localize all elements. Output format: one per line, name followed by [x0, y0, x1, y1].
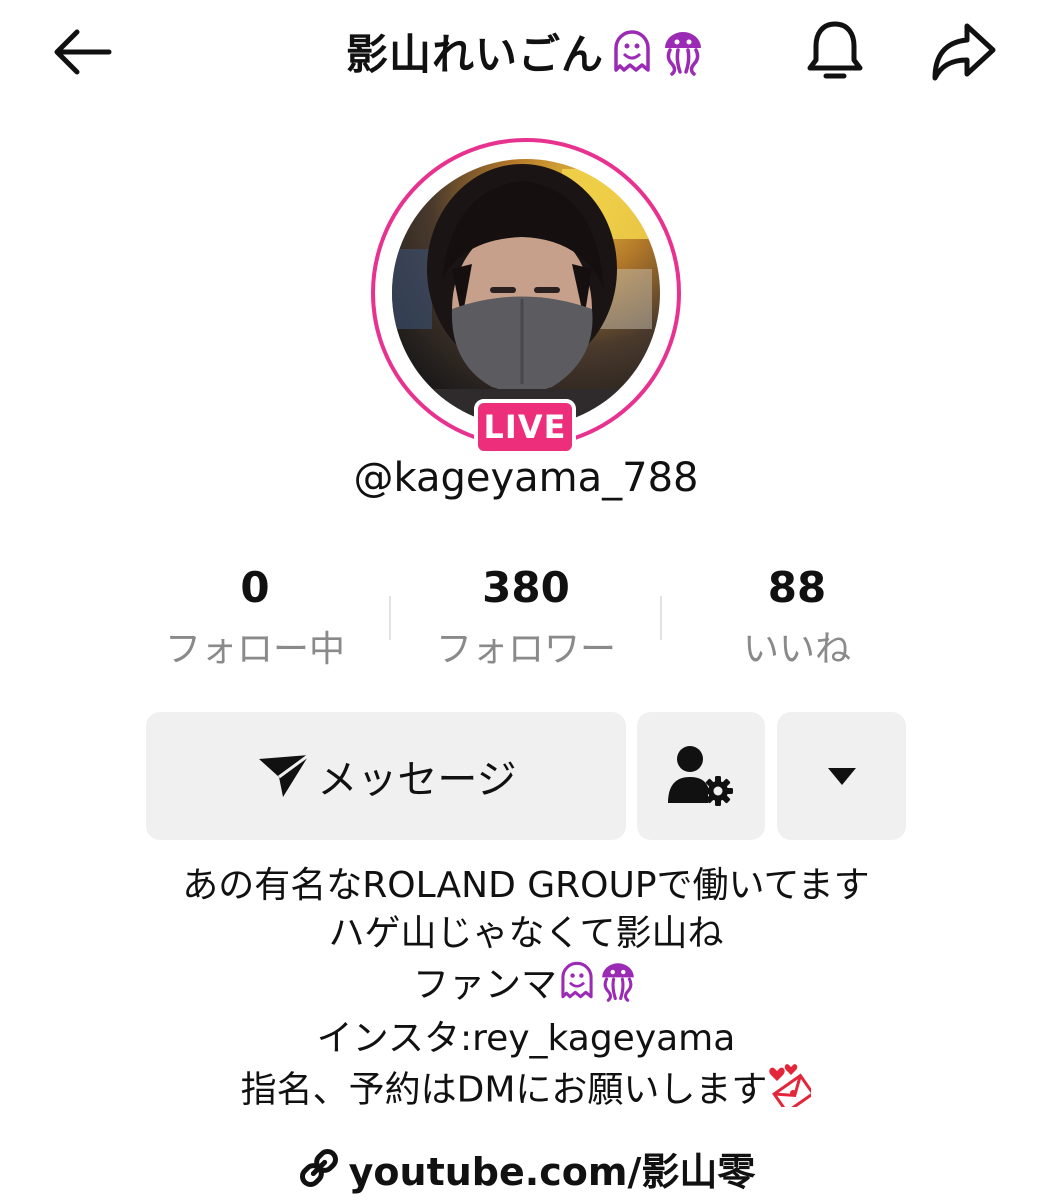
jellyfish-emoji-icon [597, 958, 639, 1015]
following-count: 0 [240, 563, 270, 612]
jellyfish-emoji-icon [660, 26, 706, 76]
page-title: 影山れいごん [0, 16, 1052, 86]
live-badge[interactable]: LIVE [474, 399, 576, 455]
ghost-emoji-icon [557, 958, 597, 1015]
profile-bio: あの有名なROLAND GROUPで働いてます ハゲ山じゃなくて影山ね ファンマ… [0, 862, 1052, 1120]
bio-line: ハゲ山じゃなくて影山ね [328, 913, 724, 954]
likes-count: 88 [767, 563, 827, 612]
followers-label: フォロワー [435, 629, 616, 670]
share-button[interactable] [926, 18, 1002, 84]
message-button[interactable]: メッセージ [146, 712, 626, 840]
username-handle: @kageyama_788 [353, 455, 699, 501]
message-button-label: メッセージ [317, 757, 517, 803]
bio-line-text: 指名、予約はDMにお願いします [240, 1069, 768, 1111]
user-settings-button[interactable] [637, 712, 765, 840]
triangle-down-icon [827, 768, 856, 785]
love-letter-emoji-icon [767, 1063, 816, 1120]
profile-name: 影山れいごん [345, 29, 604, 79]
stat-followers[interactable]: 380 フォロワー [391, 560, 661, 674]
avatar[interactable] [392, 159, 660, 427]
more-options-button[interactable] [777, 712, 906, 840]
send-icon [259, 753, 311, 797]
bio-line: ファンマ [0, 958, 1052, 1015]
bio-line: あの有名なROLAND GROUPで働いてます [182, 865, 870, 906]
following-label: フォロー中 [164, 629, 345, 670]
avatar-photo [392, 164, 652, 427]
bio-line-text: ファンマ [412, 964, 557, 1006]
link-icon [297, 1146, 341, 1190]
profile-link-text: youtube.com/影山零 [348, 1149, 756, 1194]
notification-bell-button[interactable] [800, 16, 870, 86]
ghost-emoji-icon [610, 26, 654, 76]
stat-following[interactable]: 0 フォロー中 [120, 560, 390, 674]
profile-link[interactable]: youtube.com/影山零 [0, 1140, 1052, 1196]
followers-count: 380 [482, 563, 570, 612]
bio-line: 指名、予約はDMにお願いします [0, 1063, 1052, 1120]
bio-line: インスタ:rey_kageyama [316, 1018, 736, 1059]
bell-icon [807, 21, 863, 79]
user-gear-icon [668, 746, 733, 806]
likes-label: いいね [742, 629, 851, 670]
stat-likes[interactable]: 88 いいね [662, 560, 932, 674]
share-arrow-icon [932, 23, 996, 81]
